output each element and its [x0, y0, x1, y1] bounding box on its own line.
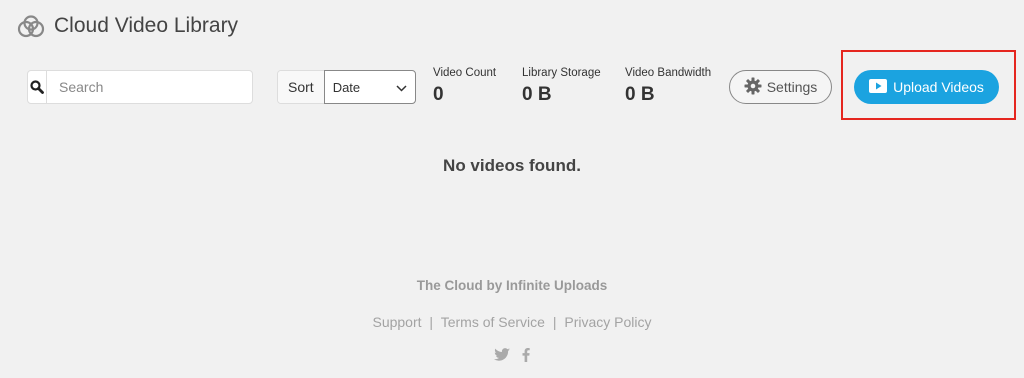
settings-button[interactable]: Settings — [729, 70, 832, 104]
stat-library-storage: Library Storage 0 B — [522, 67, 601, 106]
facebook-icon[interactable] — [522, 348, 530, 367]
gear-icon — [744, 77, 762, 98]
play-icon — [869, 78, 888, 96]
footer-social — [0, 348, 1024, 367]
page-title: Cloud Video Library — [54, 14, 239, 37]
privacy-link[interactable]: Privacy Policy — [564, 314, 651, 330]
footer-separator: | — [429, 314, 434, 330]
footer-separator: | — [552, 314, 557, 330]
stat-video-count: Video Count 0 — [433, 67, 496, 106]
twitter-icon[interactable] — [494, 348, 510, 367]
page-header: Cloud Video Library — [16, 14, 238, 38]
settings-label: Settings — [766, 79, 818, 95]
terms-link[interactable]: Terms of Service — [441, 314, 545, 330]
stat-value: 0 B — [522, 84, 552, 105]
stat-value: 0 B — [625, 84, 655, 105]
stat-label: Library Storage — [522, 67, 601, 79]
cloud-rings-icon — [16, 14, 46, 38]
sort-selected-value: Date — [332, 79, 361, 95]
upload-label: Upload Videos — [893, 79, 984, 95]
sort-control: Sort Date — [277, 70, 416, 104]
search-input[interactable] — [47, 71, 252, 103]
empty-state-message: No videos found. — [443, 156, 581, 175]
footer-links: Support | Terms of Service | Privacy Pol… — [0, 314, 1024, 330]
stat-label: Video Count — [433, 67, 497, 79]
sort-select[interactable]: Date — [323, 70, 416, 104]
stat-video-bandwidth: Video Bandwidth 0 B — [625, 67, 711, 106]
sort-label: Sort — [278, 71, 325, 103]
chevron-down-icon — [396, 80, 407, 95]
search-icon[interactable] — [28, 71, 47, 103]
stat-value: 0 — [433, 84, 444, 105]
upload-videos-button[interactable]: Upload Videos — [854, 70, 999, 104]
stat-label: Video Bandwidth — [625, 67, 712, 79]
support-link[interactable]: Support — [372, 314, 421, 330]
footer-brand: The Cloud by Infinite Uploads — [416, 278, 608, 293]
search-box[interactable] — [27, 70, 253, 104]
